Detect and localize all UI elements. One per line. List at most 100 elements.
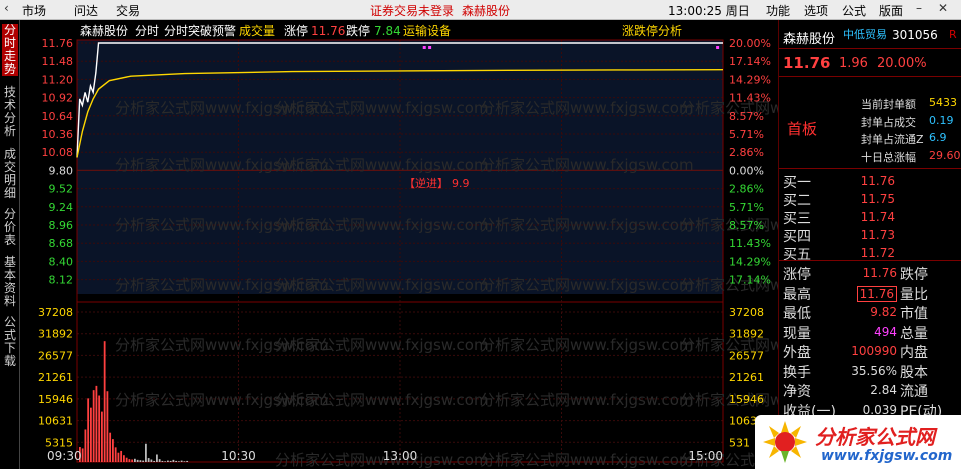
watermark-text: 分析家公式网www.fxjgsw.com (480, 156, 694, 174)
chart-limit-up-label: 涨停 (284, 23, 308, 38)
volume-tick-label: 26577 (38, 349, 73, 362)
orderbook-price: 11.73 (860, 228, 895, 242)
tab-price-table[interactable]: 分价表 (2, 208, 18, 247)
volume-bar (136, 459, 139, 462)
divider (779, 168, 961, 169)
menu-layout[interactable]: 版面 (879, 2, 903, 19)
seal-vs-float-label: 封单占流通Z (861, 133, 924, 146)
tab-technical[interactable]: 技术分析 (2, 86, 18, 138)
price-tick-label: 10.64 (42, 110, 74, 123)
menu-trade[interactable]: 交易 (116, 2, 140, 19)
orderbook-label: 买五 (783, 247, 811, 263)
orderbook-label: 买四 (783, 229, 811, 245)
volume-tick-label-right: 21261 (729, 371, 764, 384)
quote-stock-name: 森赫股份 (783, 32, 836, 47)
volume-bar (95, 385, 98, 462)
volume-bar (120, 450, 123, 462)
volume-bar (134, 458, 136, 462)
price-tick-label: 10.92 (42, 92, 74, 105)
status-stock-name[interactable]: 森赫股份 (462, 2, 510, 19)
volume-bar (167, 460, 169, 462)
price-tick-label: 11.48 (42, 55, 74, 68)
orderbook-price: 11.76 (860, 174, 895, 188)
pct-tick-label: 17.14% (729, 274, 771, 287)
time-tick-label: 09:30 (47, 449, 82, 463)
volume-tick-label: 5315 (45, 436, 73, 449)
annotation-label: 【逆进】 (404, 176, 448, 190)
volume-bar (125, 457, 128, 462)
volume-bar (161, 460, 164, 462)
price-tick-label: 10.36 (42, 128, 74, 141)
price-tick-label: 8.12 (49, 274, 74, 287)
watermark-text: 分析家公式网www.fxjgsw.com (480, 99, 694, 117)
volume-bar (139, 460, 142, 462)
tab-intraday[interactable]: 分时走势 (2, 24, 18, 76)
quote-code-flag: R (949, 28, 957, 41)
quote-pct: 20.00% (877, 56, 927, 71)
menu-function[interactable]: 功能 (766, 2, 790, 19)
stat-label: 外盘 (783, 345, 811, 361)
price-tick-label: 8.40 (49, 255, 74, 268)
stat-label: 涨停 (783, 267, 811, 283)
stat-label: 换手 (783, 364, 811, 381)
volume-bar (156, 454, 158, 462)
volume-bar (92, 390, 95, 462)
stat-label: 最高 (783, 286, 811, 303)
site-logo: 分析家公式网 www.fxjgsw.com (755, 415, 961, 469)
pct-tick-label: 14.29% (729, 73, 771, 86)
tab-trade-detail[interactable]: 成交明细 (2, 148, 18, 200)
logo-url: www.fxjgsw.com (821, 448, 953, 464)
watermark-text: 分析家公式网www.fxjgsw.com (275, 391, 489, 409)
tab-basic-info[interactable]: 基本资料 (2, 256, 18, 308)
stat-label-secondary: 流通 (900, 384, 928, 400)
volume-bar (103, 341, 106, 462)
intraday-chart-panel[interactable]: 分析家公式网www.fxjgsw.com 分析家公式网www.fxjgsw.com… (20, 20, 778, 469)
close-icon[interactable]: ✕ (938, 1, 948, 15)
pct-tick-label: 0.00% (729, 164, 764, 177)
seal-vs-volume-label: 封单占成交 (861, 116, 916, 129)
watermark-text: 分析家公式网www.fxjgsw.com (480, 276, 694, 294)
chart-mode: 分时 (135, 24, 159, 38)
watermark-text: 分析家公式网www.fxjgsw.com (480, 391, 694, 409)
limit-up-marker (428, 46, 432, 49)
price-tick-label: 9.24 (49, 201, 74, 214)
chart-industry: 运输设备 (403, 23, 451, 38)
stat-label-secondary: 总量 (900, 325, 928, 342)
tab-formula-download[interactable]: 公式下载 (2, 316, 18, 368)
chart-limit-down-label: 跌停 (346, 23, 370, 38)
divider (779, 260, 961, 261)
volume-bar (131, 459, 134, 462)
price-tick-label: 11.76 (42, 37, 74, 50)
quote-change: 1.96 (839, 56, 868, 71)
menu-formula[interactable]: 公式 (842, 2, 866, 19)
stat-label: 现量 (783, 325, 811, 342)
volume-bar (114, 447, 117, 462)
menu-options[interactable]: 选项 (804, 2, 828, 19)
stat-label-secondary: 跌停 (900, 267, 928, 283)
logo-title: 分析家公式网 (815, 425, 935, 449)
quote-industry-tag[interactable]: 中低贸易 (843, 26, 887, 42)
volume-tick-label-right: 531 (729, 436, 750, 449)
menu-wenda[interactable]: 问达 (74, 2, 98, 19)
volume-bar (158, 459, 161, 462)
stat-value: 2.84 (870, 383, 897, 397)
orderbook-label: 买二 (783, 193, 811, 209)
minimize-icon[interactable]: – (916, 1, 922, 15)
volume-tick-label: 31892 (38, 328, 73, 341)
back-icon[interactable]: ‹ (4, 1, 9, 15)
volume-tick-label-right: 31892 (729, 328, 764, 341)
stat-value: 11.76 (857, 285, 897, 302)
intraday-chart[interactable]: 分析家公式网www.fxjgsw.com分析家公式网www.fxjgsw.com… (20, 20, 778, 469)
seal-amount-label: 当前封单额 (861, 98, 916, 111)
volume-bar (81, 448, 84, 462)
stat-label-secondary: 内盘 (900, 345, 928, 361)
chart-stock-name: 森赫股份 (80, 23, 128, 38)
chart-vol-label: 成交量 (239, 23, 275, 38)
time-tick-label: 15:00 (688, 449, 723, 463)
watermark-text: 分析家公式网www.fxjgsw.com (275, 99, 489, 117)
stat-label: 净资 (783, 384, 811, 400)
pct-tick-label: 11.43% (729, 237, 771, 250)
annotation-value: 9.9 (452, 177, 470, 190)
menu-market[interactable]: 市场 (22, 2, 46, 19)
login-status[interactable]: 证券交易未登录 (370, 2, 454, 19)
